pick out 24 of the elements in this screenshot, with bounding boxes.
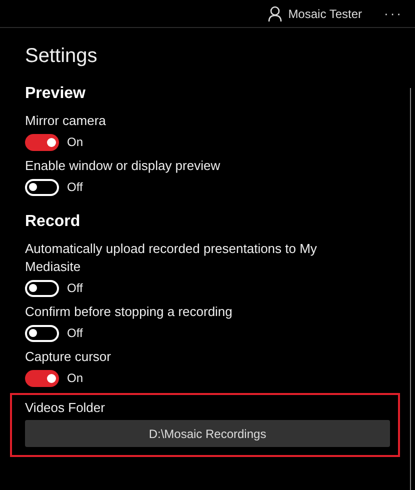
- toggle-state: Off: [67, 325, 83, 342]
- setting-label: Automatically upload recorded presentations to My Mediasite: [25, 240, 318, 276]
- toggle-state: On: [67, 370, 84, 387]
- setting-label: Capture cursor: [25, 348, 112, 366]
- toggle-switch[interactable]: [25, 280, 59, 296]
- toggle-switch[interactable]: [25, 324, 59, 342]
- setting-label: Confirm before stopping a recording: [25, 303, 234, 321]
- section-heading: Record: [25, 212, 82, 232]
- folder-path-button[interactable]: D:\Mosaic Recordings: [25, 420, 390, 447]
- section-heading: Preview: [25, 84, 86, 104]
- more-button[interactable]: ···: [384, 4, 403, 24]
- folder-label: Videos Folder: [25, 399, 106, 417]
- toggle-state: Off: [67, 179, 83, 196]
- user-icon: [268, 6, 282, 22]
- scrollbar[interactable]: [410, 88, 411, 490]
- toggle-switch[interactable]: [25, 370, 59, 386]
- user-name[interactable]: Mosaic Tester: [288, 4, 362, 22]
- toggle-state: Off: [67, 280, 83, 297]
- toggle-switch[interactable]: [25, 134, 59, 150]
- toggle-state: On: [67, 134, 84, 151]
- setting-label: Mirror camera: [25, 112, 107, 130]
- toggle-switch[interactable]: [25, 178, 59, 196]
- setting-label: Enable window or display preview: [25, 157, 222, 175]
- page-title: Settings: [25, 44, 98, 68]
